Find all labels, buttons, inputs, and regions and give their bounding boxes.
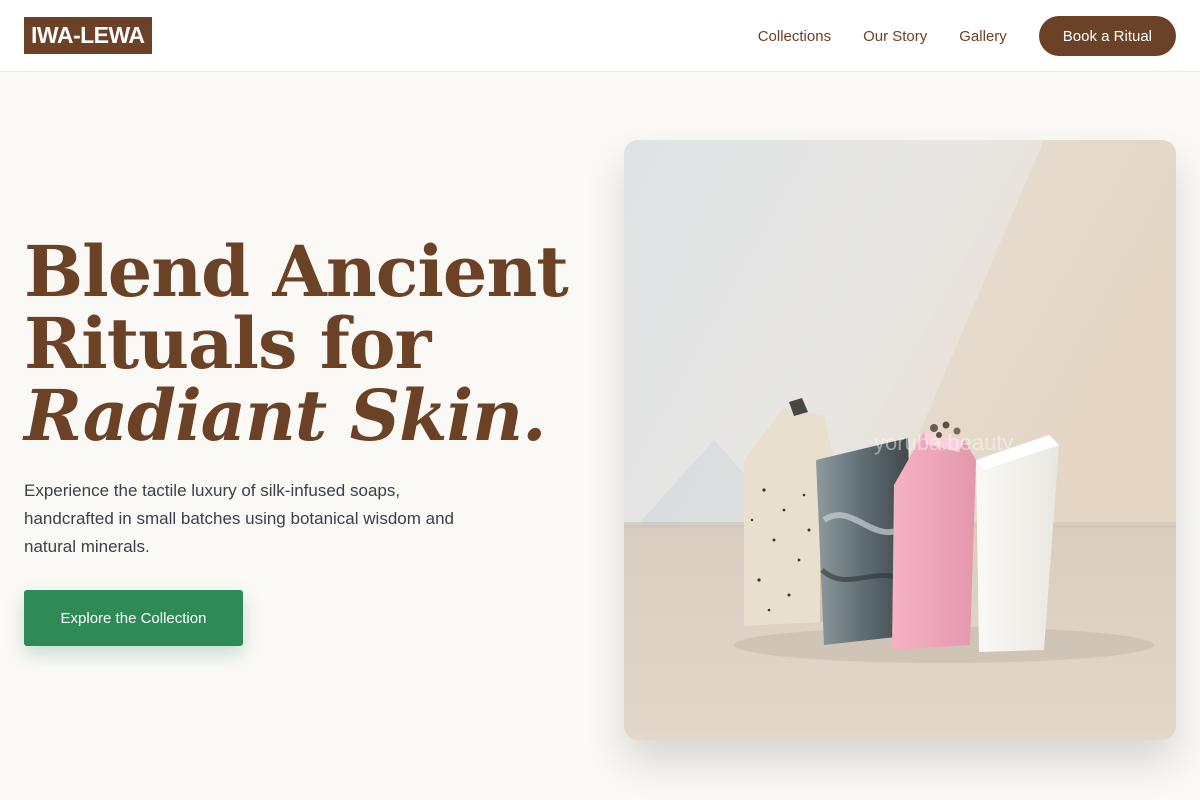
hero-title: Blend Ancient Rituals for Radiant Skin. [24,236,584,452]
book-ritual-button[interactable]: Book a Ritual [1038,16,1176,56]
hero-title-line-3: Radiant Skin. [24,374,547,457]
hero-description: Experience the tactile luxury of silk-in… [24,481,454,556]
nav-link-our-story[interactable]: Our Story [863,28,927,45]
image-watermark: yoruba.beauty [874,430,1013,455]
hero-title-line-2: Rituals for [24,302,431,385]
soap-bars-illustration: yoruba.beauty [624,140,1176,740]
hero-title-line-1: Blend Ancient [24,230,569,313]
nav-link-collections[interactable]: Collections [758,28,831,45]
explore-collection-button[interactable]: Explore the Collection [24,590,243,646]
nav-link-gallery[interactable]: Gallery [959,28,1007,45]
hero-soap-image: yoruba.beauty [624,140,1176,740]
main-nav: Collections Our Story Gallery Book a Rit… [758,16,1176,56]
site-header: IWA-LEWA Collections Our Story Gallery B… [0,0,1200,72]
brand-logo[interactable]: IWA-LEWA [24,17,152,54]
